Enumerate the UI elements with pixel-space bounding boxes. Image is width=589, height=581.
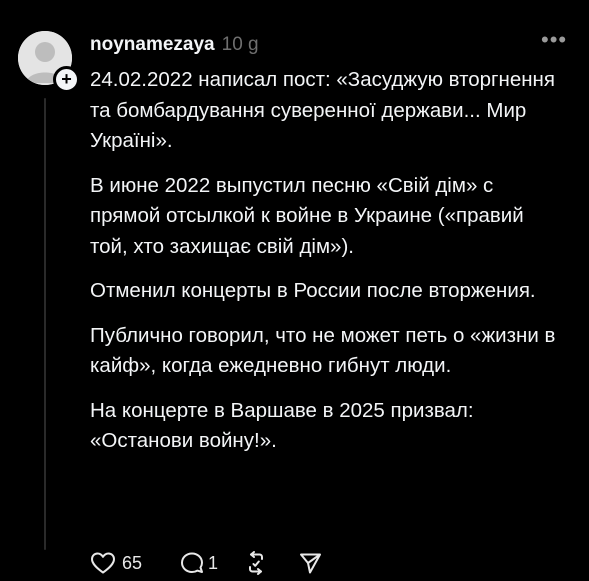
comment-icon xyxy=(181,552,204,573)
post-paragraph: Отменил концерты в России после вторжени… xyxy=(90,279,536,302)
follow-plus-icon[interactable]: + xyxy=(53,66,80,93)
like-count: 65 xyxy=(122,552,143,573)
post-timestamp[interactable]: 10 g xyxy=(222,34,259,56)
post-paragraph: В июне 2022 выпустил песню «Свій дім» с … xyxy=(90,173,524,258)
more-horizontal-icon: ••• xyxy=(541,27,568,52)
repost-button[interactable] xyxy=(244,549,268,577)
author-avatar-container[interactable]: + xyxy=(18,31,80,93)
post-paragraph: Публично говорил, что не может петь о «ж… xyxy=(90,323,556,378)
heart-icon xyxy=(91,552,115,574)
author-username[interactable]: noynamezaya xyxy=(90,34,215,56)
send-icon xyxy=(300,553,322,574)
more-options-button[interactable]: ••• xyxy=(541,29,567,55)
post-paragraph: На концерте в Варшаве в 2025 призвал: «О… xyxy=(90,398,474,453)
post-header: noynamezaya 10 g xyxy=(90,34,259,58)
post-actions: 65 1 xyxy=(90,549,322,577)
repost-icon xyxy=(249,551,264,575)
post-card: + noynamezaya 10 g ••• 24.02.2022 написа… xyxy=(0,0,589,581)
thread-line xyxy=(44,98,46,550)
share-button[interactable] xyxy=(298,549,322,577)
post-paragraph: 24.02.2022 написал пост: «Засуджую вторг… xyxy=(90,68,555,152)
reply-button[interactable]: 1 xyxy=(180,549,218,577)
post-body: 24.02.2022 написал пост: «Засуджую вторг… xyxy=(90,65,560,471)
reply-count: 1 xyxy=(208,552,219,573)
like-button[interactable]: 65 xyxy=(90,549,142,577)
